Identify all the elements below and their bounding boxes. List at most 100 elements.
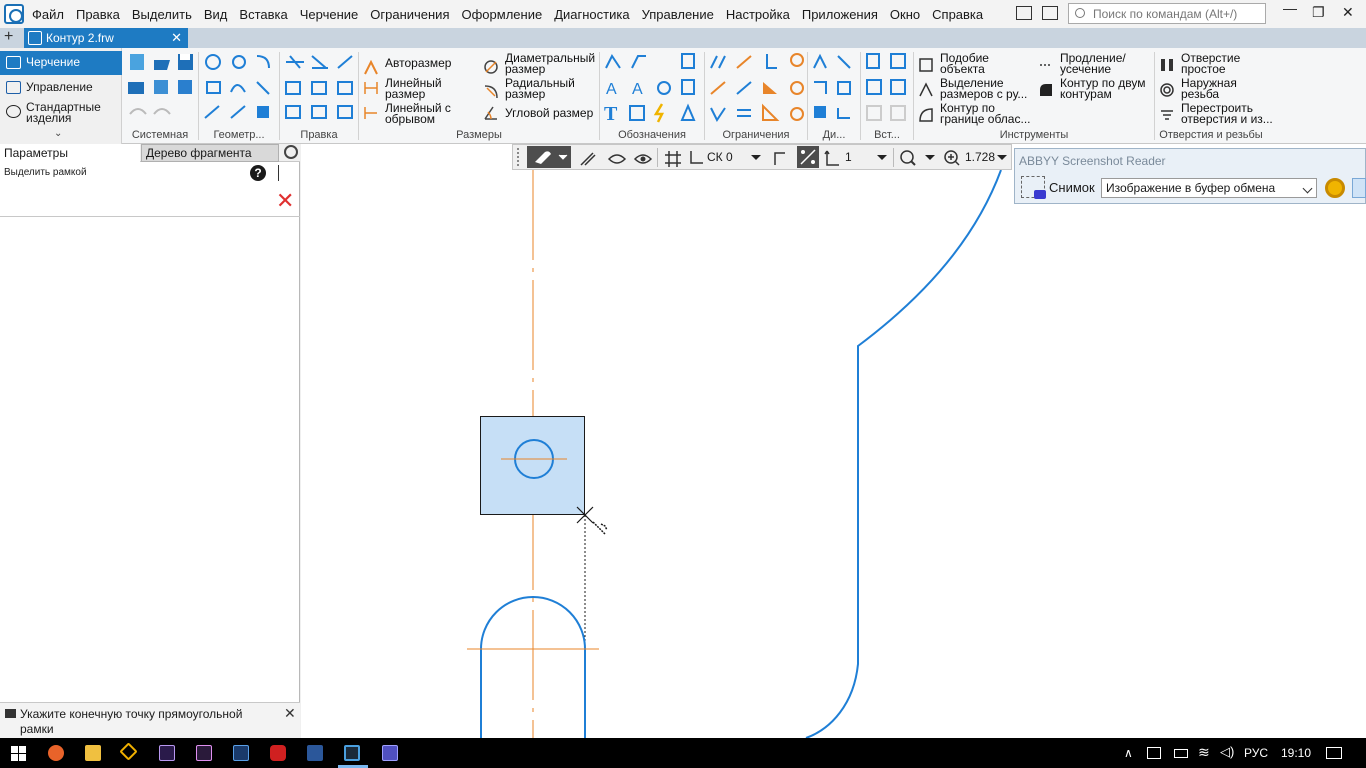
angle-constraint-icon[interactable] [762,103,780,121]
menu-file[interactable]: Файл [32,7,64,22]
insert-fragment-icon[interactable] [890,53,906,69]
tab-parameters[interactable]: Параметры [0,144,140,162]
move-icon[interactable] [285,81,301,95]
copy-icon[interactable] [285,105,301,119]
group-caption-insert[interactable]: Вст... [861,129,913,144]
chamfer-icon[interactable] [256,81,270,95]
group-caption-holes[interactable]: Отверстия и резьбы [1155,129,1267,144]
tab-document[interactable]: Контур 2.frw ✕ [24,28,188,48]
zoom-window-icon[interactable] [899,149,917,167]
zoom-in-icon[interactable] [943,149,961,167]
collinear-icon[interactable] [736,55,752,69]
menu-applications[interactable]: Приложения [802,7,878,22]
insert-image-icon[interactable] [866,79,882,95]
constraint-question-icon[interactable] [790,107,804,121]
chevron-down-icon[interactable] [925,155,935,160]
measure-icon[interactable] [813,53,827,69]
base-icon[interactable] [681,53,695,69]
menu-window[interactable]: Окно [890,7,920,22]
layout-icon[interactable] [1016,6,1032,20]
parallel-icon[interactable] [710,55,726,69]
command-search-input[interactable]: Поиск по командам (Alt+/) [1068,3,1266,24]
menu-management[interactable]: Управление [642,7,714,22]
area-icon[interactable] [837,81,851,95]
view-arrow-icon[interactable] [680,103,696,121]
text-tool-icon[interactable]: T [604,103,618,125]
help-icon[interactable]: ? [250,165,266,181]
selection-frame[interactable] [480,416,585,515]
angle-measure-icon[interactable] [814,81,827,94]
group-caption-diagnostics[interactable]: Ди... [808,129,860,144]
polyline-icon[interactable] [230,105,246,119]
windows-start-icon[interactable] [11,746,26,761]
coincident-icon[interactable] [736,81,752,95]
group-caption-geometry[interactable]: Геометр... [199,129,279,144]
gear-icon[interactable] [284,145,298,159]
equal-icon[interactable] [737,109,751,117]
hatch-icon[interactable] [257,106,269,118]
scale-icon[interactable] [337,81,353,95]
double-chevron-down-icon[interactable]: ⌄ [54,128,62,139]
menu-diagnostics[interactable]: Диагностика [554,7,629,22]
undo-icon[interactable] [129,108,147,115]
insert-object-icon[interactable] [890,79,906,95]
auto-line-icon[interactable] [205,54,221,70]
snapshot-label[interactable]: Снимок [1049,180,1095,195]
snapshot-icon[interactable] [1021,176,1046,199]
drawing-canvas[interactable] [301,144,1366,738]
clock[interactable]: 19:10 [1281,746,1311,760]
print-icon[interactable] [128,82,144,94]
chevron-down-icon[interactable] [997,155,1007,160]
battery-icon[interactable] [1174,749,1188,758]
volume-icon[interactable]: ◁) [1220,744,1234,760]
firefox-icon[interactable] [48,745,64,761]
layer-select[interactable]: 1 [845,150,852,164]
gear-icon[interactable] [1325,178,1345,198]
presentation-icon[interactable] [382,745,398,761]
spline-icon[interactable] [230,84,246,93]
rectangle-icon[interactable] [206,81,221,94]
table-icon[interactable] [629,105,645,121]
abbyy-extra-button[interactable] [1352,178,1366,198]
menu-design[interactable]: Оформление [462,7,543,22]
chevron-down-icon[interactable] [751,155,761,160]
minimize-icon[interactable]: — [1283,0,1297,16]
language-indicator[interactable]: РУС [1244,746,1268,760]
round-snap-button[interactable] [797,146,819,168]
properties-icon[interactable] [178,80,192,94]
visio-icon[interactable] [233,745,249,761]
segment-icon[interactable] [204,105,220,119]
mirror-icon[interactable] [311,105,327,119]
tolerance-icon[interactable] [681,79,695,95]
menu-constraints[interactable]: Ограничения [370,7,449,22]
new-document-icon[interactable] [130,54,144,70]
fix-icon[interactable] [710,81,726,95]
layout-split-icon[interactable] [1042,6,1058,20]
arc-icon[interactable] [256,55,270,69]
circle-icon[interactable] [232,55,246,69]
preview-icon[interactable] [154,80,168,94]
mass-icon[interactable] [814,106,826,118]
roughness-icon[interactable] [605,54,621,69]
toolbar-grip-icon[interactable] [517,148,523,166]
length-icon[interactable] [837,108,850,119]
close-icon[interactable]: ✕ [171,30,182,46]
notification-alert-icon[interactable] [1147,747,1161,759]
left-tab-drafting[interactable]: Черчение [0,51,122,75]
restore-icon[interactable]: ❐ [1312,4,1325,21]
deform-icon[interactable] [337,105,353,119]
snap-mode-button[interactable] [527,146,571,168]
wifi-icon[interactable]: ≋ [1198,744,1210,761]
local-snap-icon[interactable] [580,152,596,166]
outer-contour[interactable] [805,169,1002,738]
menu-view[interactable]: Вид [204,7,228,22]
chevron-down-icon[interactable] [877,155,887,160]
word-icon[interactable] [307,745,323,761]
lightning-icon[interactable] [653,103,665,123]
trim-icon[interactable] [286,55,304,69]
redo-icon[interactable] [153,108,171,115]
menu-help[interactable]: Справка [932,7,983,22]
close-hint-icon[interactable]: ✕ [284,705,296,722]
group-caption-constraints[interactable]: Ограничения [705,129,807,144]
kompas-logo-icon[interactable] [4,4,24,24]
